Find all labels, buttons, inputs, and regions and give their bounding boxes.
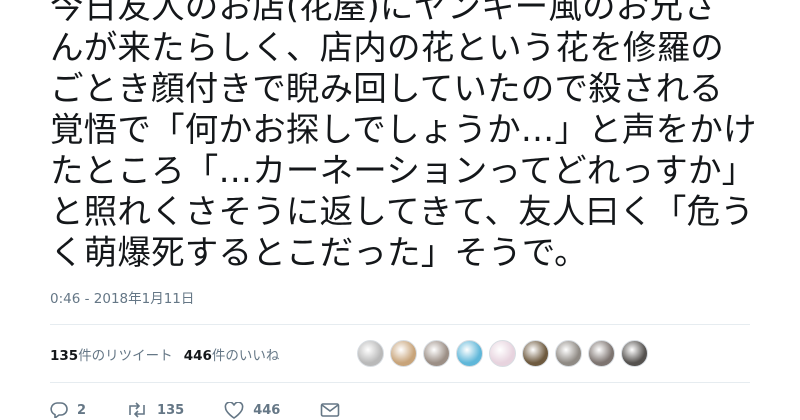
- envelope-icon: [321, 403, 340, 417]
- heart-icon: [224, 401, 244, 419]
- retweet-count: 135: [157, 402, 185, 418]
- like-count: 446: [253, 402, 281, 418]
- tweet-line: ごとき顔付きで睨み回していたので殺される: [50, 69, 723, 108]
- tweet-line: 覚悟で「何かお探しでしょうか…」と声をかけ: [50, 110, 757, 149]
- reply-count: 2: [77, 402, 87, 418]
- avatar-3[interactable]: [423, 340, 450, 367]
- retweet-icon: [129, 402, 145, 418]
- avatar-4[interactable]: [456, 340, 483, 367]
- liker-avatars: [357, 340, 654, 367]
- tweet-line: んが来たらしく、店内の花という花を修羅の: [50, 28, 724, 67]
- tweet-line: く萌爆死するとこだった」そうで。: [50, 233, 588, 272]
- like-stat[interactable]: 446件のいいね: [184, 344, 280, 364]
- tweet-actions: 2 135 446: [50, 400, 380, 420]
- divider: [50, 324, 750, 325]
- avatar-9[interactable]: [621, 340, 648, 367]
- retweet-button[interactable]: 135: [126, 402, 184, 418]
- like-stat-label: 件のいいね: [211, 348, 280, 364]
- retweet-stat[interactable]: 135件のリツイート: [50, 344, 173, 364]
- tweet-line: たところ「…カーネーションってどれっすか」: [50, 151, 756, 190]
- avatar-7[interactable]: [555, 340, 582, 367]
- avatar-1[interactable]: [357, 340, 384, 367]
- avatar-5[interactable]: [489, 340, 516, 367]
- direct-message-button[interactable]: [320, 402, 340, 418]
- tweet-line: 今日友人のお店(花屋)にヤンキー風のお兄さ: [50, 0, 717, 26]
- reply-button[interactable]: 2: [50, 402, 86, 418]
- retweet-stat-count: 135: [50, 348, 79, 364]
- like-button[interactable]: 446: [224, 401, 281, 419]
- tweet-text: 今日友人のお店(花屋)にヤンキー風のお兄さ んが来たらしく、店内の花という花を修…: [50, 0, 770, 273]
- reply-icon: [50, 402, 68, 418]
- retweet-stat-label: 件のリツイート: [78, 348, 173, 364]
- divider: [50, 382, 750, 383]
- engagement-stats: 135件のリツイート 446件のいいね: [50, 344, 279, 364]
- tweet-timestamp[interactable]: 0:46 - 2018年1月11日: [50, 287, 194, 307]
- like-stat-count: 446: [183, 348, 212, 364]
- avatar-2[interactable]: [390, 340, 417, 367]
- tweet-line: と照れくさそうに返してきて、友人曰く「危う: [50, 192, 755, 231]
- avatar-6[interactable]: [522, 340, 549, 367]
- avatar-8[interactable]: [588, 340, 615, 367]
